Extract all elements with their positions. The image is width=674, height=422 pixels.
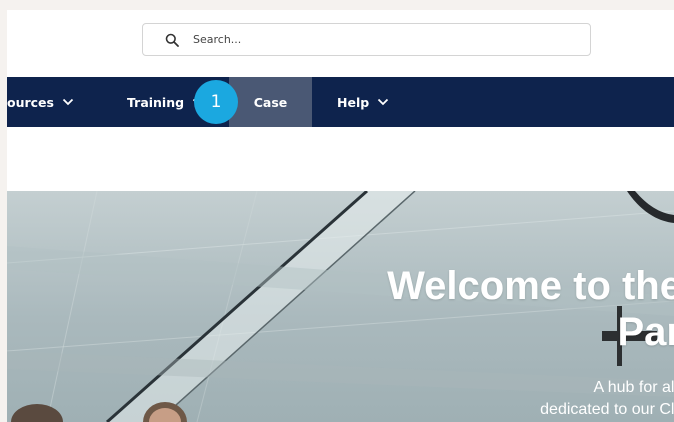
nav-item-case[interactable]: Case [229,77,312,127]
chevron-down-icon [62,98,74,106]
hero-subtitle: A hub for all dedicated to our Cli [540,377,674,421]
chevron-down-icon [378,98,389,106]
page: ources Training Case Help 1 [7,10,674,422]
nav-item-resources[interactable]: ources [7,77,74,127]
nav-item-label: Case [253,94,288,110]
step-badge: 1 [194,80,238,124]
search-box[interactable] [142,23,591,56]
hero-title-line: Welcome to the [387,264,674,308]
hero-subtitle-line: A hub for all [593,379,674,396]
nav-item-training[interactable]: Training [127,77,204,127]
hero-subtitle-line: dedicated to our Cli [540,401,674,418]
search-input[interactable] [191,32,555,47]
nav-item-label: Help [337,94,370,110]
nav-item-label: ources [7,94,54,110]
search-icon [165,33,179,47]
hero-title: Welcome to the Par [387,263,674,355]
nav-item-label: Training [127,94,185,110]
hero-banner: Welcome to the Par A hub for all dedicat… [7,191,674,422]
hero-title-line: Par [617,310,674,354]
main-nav: ources Training Case Help 1 [7,77,674,127]
nav-item-help[interactable]: Help [337,77,389,127]
